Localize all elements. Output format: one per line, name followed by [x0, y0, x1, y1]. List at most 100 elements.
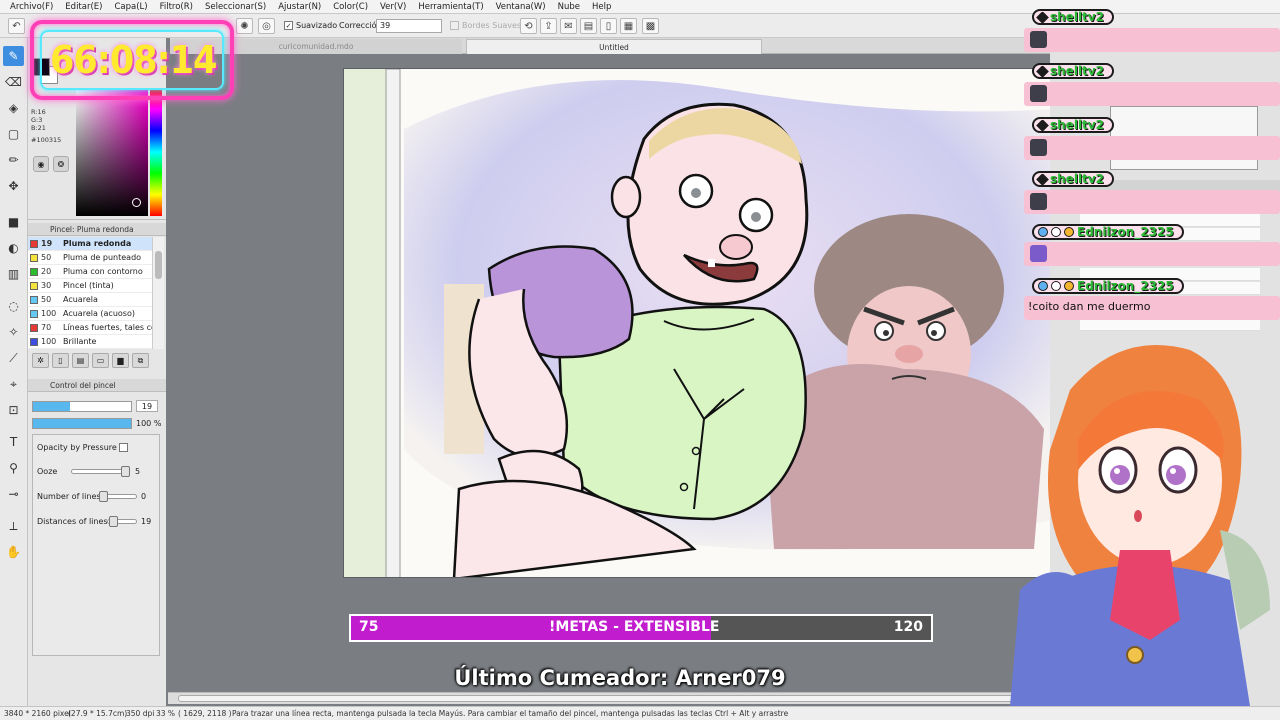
bucket-tool-icon[interactable]: ◐: [3, 238, 24, 258]
canvas-horizontal-scrollbar[interactable]: [168, 692, 1048, 704]
status-zoom: 33 %: [156, 709, 176, 718]
menu-help[interactable]: Help: [586, 2, 617, 12]
brush-folder-icon[interactable]: ▆: [112, 353, 129, 368]
save-icon[interactable]: ▤: [580, 18, 597, 34]
scroll-thumb[interactable]: [155, 251, 162, 279]
color-wheel-icon[interactable]: ❂: [53, 156, 69, 172]
color-picker-cursor[interactable]: [132, 198, 141, 207]
fill-tool-icon[interactable]: ◈: [3, 98, 24, 118]
eraser-tool-icon[interactable]: ⌫: [3, 72, 24, 92]
ooze-slider[interactable]: [71, 469, 127, 474]
brush-item[interactable]: 70 Líneas fuertes, tales con: [28, 321, 152, 335]
brush-color-chip: [30, 338, 38, 346]
undo-icon[interactable]: ↶: [8, 18, 25, 34]
brush-settings-icon[interactable]: ✲: [32, 353, 49, 368]
pen-tool-icon[interactable]: ✎: [3, 46, 24, 66]
heart-icon: [1036, 118, 1049, 132]
select-pen-icon[interactable]: ⊡: [3, 400, 24, 420]
brush-size: 30: [41, 281, 52, 290]
magnifier-icon[interactable]: ⚲: [3, 458, 24, 478]
menu-color[interactable]: Color(C): [327, 2, 374, 12]
palette-icon[interactable]: ◉: [33, 156, 49, 172]
menu-adjust[interactable]: Ajustar(N): [272, 2, 327, 12]
share-icon[interactable]: ⇪: [540, 18, 557, 34]
chat-emote-icon: [1030, 139, 1047, 156]
menu-file[interactable]: Archivo(F): [4, 2, 59, 12]
brush-size-input[interactable]: 19: [136, 400, 158, 412]
correction-input[interactable]: 39: [376, 19, 442, 33]
chat-message: shelltv2: [1024, 170, 1280, 214]
menu-filter[interactable]: Filtro(R): [154, 2, 199, 12]
saturation-value-picker[interactable]: [76, 88, 148, 216]
brush-list-scrollbar[interactable]: [152, 237, 164, 349]
scroll-thumb[interactable]: [178, 695, 1038, 702]
correction-icon[interactable]: ◎: [258, 18, 275, 34]
dropper-icon[interactable]: ⊸: [3, 484, 24, 504]
brush-select-icon[interactable]: ⌖: [3, 374, 24, 394]
shape-tool-icon[interactable]: ■: [3, 212, 24, 232]
brush-item[interactable]: 50 Acuarela: [28, 293, 152, 307]
eyedropper-icon[interactable]: ⟋: [3, 348, 24, 368]
brush-item[interactable]: 30 Pincel (tinta): [28, 279, 152, 293]
magic-wand-icon[interactable]: ✧: [3, 322, 24, 342]
brush-duplicate-icon[interactable]: ⧉: [132, 353, 149, 368]
text-tool-icon[interactable]: T: [3, 432, 24, 452]
vtuber-avatar: [1010, 345, 1270, 706]
cloud-sync-icon[interactable]: ⟲: [520, 18, 537, 34]
smoothing-checkbox[interactable]: ✓: [284, 21, 293, 30]
lines-value: 0: [141, 492, 147, 501]
brush-size-bar[interactable]: [32, 401, 132, 412]
brush-item[interactable]: 20 Pluma con contorno: [28, 265, 152, 279]
menu-edit[interactable]: Editar(E): [59, 2, 108, 12]
soft-edges-checkbox[interactable]: [450, 21, 459, 30]
brush-item[interactable]: 100 Acuarela (acuoso): [28, 307, 152, 321]
grid-icon[interactable]: ▩: [642, 18, 659, 34]
page-icon[interactable]: ▯: [600, 18, 617, 34]
stabilizer-icon[interactable]: ✺: [236, 18, 253, 34]
menu-window[interactable]: Ventana(W): [490, 2, 552, 12]
comment-icon[interactable]: ✉: [560, 18, 577, 34]
hue-slider[interactable]: [150, 88, 162, 216]
brush-item[interactable]: 100 Brillante: [28, 335, 152, 349]
status-hint: Para trazar una línea recta, mantenga pu…: [232, 709, 789, 718]
select-rect-icon[interactable]: ▢: [3, 124, 24, 144]
opacity-pressure-checkbox[interactable]: [119, 443, 128, 452]
partner-badge-icon: [1038, 227, 1048, 237]
menu-layer[interactable]: Capa(L): [108, 2, 153, 12]
lines-label: Number of lines: [37, 492, 101, 501]
lines-slider-knob[interactable]: [99, 491, 108, 502]
menu-tool[interactable]: Herramienta(T): [412, 2, 489, 12]
chat-message: shelltv2: [1024, 116, 1280, 160]
brush-item[interactable]: 19 Pluma redonda: [28, 237, 152, 251]
hand-tool-icon[interactable]: ✋: [3, 542, 24, 562]
left-panel: R:16 G:3 B:21 #100315 ◉ ❂ Pincel: Pluma …: [28, 38, 166, 706]
soft-edges-label: Bordes Suaves: [462, 21, 522, 30]
pencil-tool-icon[interactable]: ✏: [3, 150, 24, 170]
brush-new-icon[interactable]: ▯: [52, 353, 69, 368]
chat-username-tag: shelltv2: [1032, 171, 1114, 187]
opacity-bar[interactable]: [32, 418, 132, 429]
layers-icon[interactable]: ▦: [620, 18, 637, 34]
brush-item[interactable]: 50 Pluma de punteado: [28, 251, 152, 265]
chat-username: Ednilzon_2325: [1077, 225, 1174, 239]
menu-cloud[interactable]: Nube: [552, 2, 586, 12]
ooze-slider-knob[interactable]: [121, 466, 130, 477]
distance-slider-knob[interactable]: [109, 516, 118, 527]
drawing-canvas[interactable]: [343, 68, 1053, 578]
brush-copy-icon[interactable]: ▤: [72, 353, 89, 368]
goal-start-value: 75: [359, 619, 379, 635]
chat-username: shelltv2: [1050, 10, 1104, 24]
tab-untitled[interactable]: Untitled: [466, 39, 762, 54]
brush-page-icon[interactable]: ▭: [92, 353, 109, 368]
chat-bubble: [1024, 28, 1280, 52]
lasso-tool-icon[interactable]: ◌: [3, 296, 24, 316]
menu-view[interactable]: Ver(V): [374, 2, 412, 12]
heart-icon: [1036, 10, 1049, 24]
document-tabs: curicomunidad.mdo Untitled: [170, 38, 1050, 54]
chat-bubble: [1024, 242, 1280, 266]
menu-select[interactable]: Seleccionar(S): [199, 2, 272, 12]
ruler-icon[interactable]: ⟂: [3, 516, 24, 536]
gradient-tool-icon[interactable]: ▥: [3, 264, 24, 284]
status-size-cm: (27.9 * 15.7cm): [68, 709, 128, 718]
move-tool-icon[interactable]: ✥: [3, 176, 24, 196]
